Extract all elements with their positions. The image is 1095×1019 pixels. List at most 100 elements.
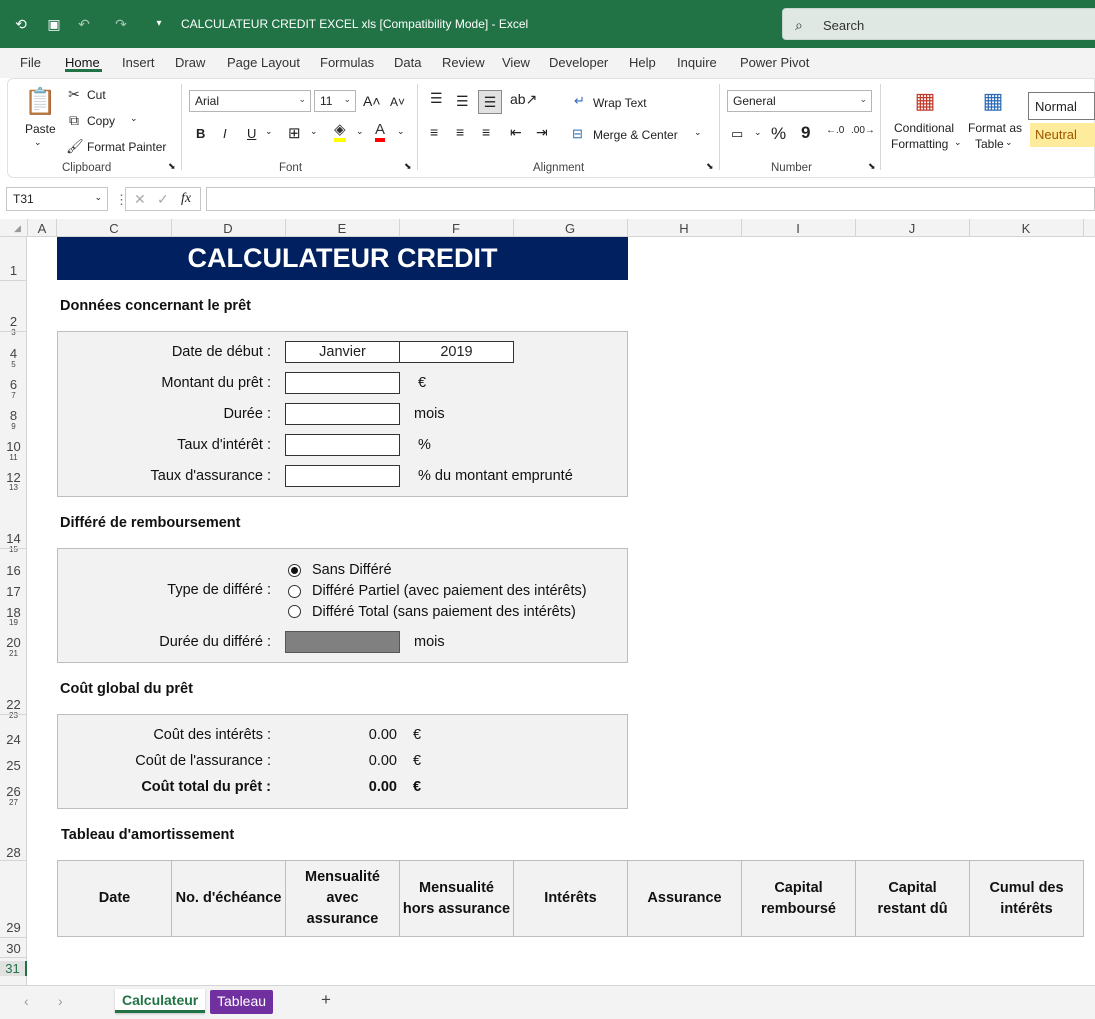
underline-dropdown-icon[interactable]: ⌄: [265, 126, 273, 137]
insert-function-button[interactable]: fx: [181, 191, 191, 207]
row-header-5[interactable]: 5: [0, 360, 27, 369]
row-header-16[interactable]: 16: [0, 563, 27, 578]
increase-decimal-icon[interactable]: ←.0: [826, 125, 844, 136]
row-header-24[interactable]: 24: [0, 732, 27, 747]
row-header-19[interactable]: 19: [0, 618, 27, 627]
save-icon[interactable]: ▣: [45, 15, 63, 33]
borders-icon[interactable]: ⊞: [288, 124, 301, 142]
row-header-17[interactable]: 17: [0, 584, 27, 599]
format-as-table-label-1[interactable]: Format as: [968, 121, 1022, 135]
row-header-30[interactable]: 30: [0, 941, 27, 956]
tab-review[interactable]: Review: [442, 55, 485, 70]
column-header-k[interactable]: K: [969, 221, 1083, 236]
row-header-20[interactable]: 20: [0, 635, 27, 650]
align-left-icon[interactable]: ≡: [430, 124, 438, 140]
fill-color-icon[interactable]: ◈: [334, 122, 346, 142]
select-all-icon[interactable]: ◢: [14, 223, 21, 234]
merge-dropdown-icon[interactable]: ⌄: [694, 127, 702, 138]
percent-style-button[interactable]: %: [771, 124, 786, 144]
comma-style-button[interactable]: 9: [801, 123, 810, 143]
borders-dropdown-icon[interactable]: ⌄: [310, 126, 318, 137]
row-header-9[interactable]: 9: [0, 422, 27, 431]
column-header-e[interactable]: E: [285, 221, 399, 236]
radio-sans-differe[interactable]: [288, 564, 301, 577]
radio-differe-total[interactable]: [288, 605, 301, 618]
row-header-2[interactable]: 2: [0, 314, 27, 329]
tab-formulas[interactable]: Formulas: [320, 55, 374, 70]
style-neutral[interactable]: Neutral: [1030, 123, 1095, 147]
radio-differe-partiel[interactable]: [288, 585, 301, 598]
row-header-10[interactable]: 10: [0, 439, 27, 454]
row-header-14[interactable]: 14: [0, 531, 27, 546]
conditional-formatting-label-1[interactable]: Conditional: [894, 121, 954, 135]
column-header-a[interactable]: A: [28, 221, 56, 236]
align-middle-icon[interactable]: ☰: [456, 93, 469, 110]
align-top-icon[interactable]: ☰: [430, 90, 443, 107]
decrease-font-icon[interactable]: A˅: [390, 95, 405, 109]
name-box[interactable]: T31 ⌄: [6, 187, 108, 211]
decrease-decimal-icon[interactable]: .00→: [851, 125, 875, 136]
tab-view[interactable]: View: [502, 55, 530, 70]
format-painter-button[interactable]: Format Painter: [87, 140, 166, 154]
amount-input[interactable]: [285, 372, 400, 394]
font-color-dropdown-icon[interactable]: ⌄: [397, 126, 405, 137]
row-header-8[interactable]: 8: [0, 408, 27, 423]
cut-button[interactable]: Cut: [87, 88, 106, 102]
option-differe-total[interactable]: Différé Total (sans paiement des intérêt…: [312, 604, 576, 620]
align-right-icon[interactable]: ≡: [482, 124, 490, 140]
row-header-22[interactable]: 22: [0, 697, 27, 712]
option-sans-differe[interactable]: Sans Différé: [312, 562, 392, 578]
customize-toolbar-icon[interactable]: ▾: [150, 15, 168, 33]
font-launcher-icon[interactable]: ⬊: [404, 161, 412, 172]
italic-button[interactable]: I: [223, 126, 227, 141]
paste-dropdown-icon[interactable]: ⌄: [34, 137, 42, 148]
enter-icon[interactable]: ✓: [157, 191, 169, 208]
bold-button[interactable]: B: [196, 126, 205, 141]
paste-icon[interactable]: 📋: [24, 86, 56, 120]
tab-developer[interactable]: Developer: [549, 55, 608, 70]
tab-home[interactable]: Home: [65, 55, 100, 70]
undo-icon[interactable]: ↶: [75, 15, 93, 33]
column-header-g[interactable]: G: [513, 221, 627, 236]
column-header-j[interactable]: J: [855, 221, 969, 236]
row-header-13[interactable]: 13: [0, 483, 27, 492]
row-header-1[interactable]: 1: [0, 263, 27, 278]
row-header-28[interactable]: 28: [0, 845, 27, 860]
align-bottom-icon[interactable]: ☰: [478, 90, 502, 114]
align-center-icon[interactable]: ≡: [456, 124, 464, 140]
row-header-23[interactable]: 23: [0, 711, 27, 720]
column-header-d[interactable]: D: [171, 221, 285, 236]
row-header-26[interactable]: 26: [0, 784, 27, 799]
tab-inquire[interactable]: Inquire: [677, 55, 717, 70]
add-sheet-button[interactable]: +: [321, 990, 331, 1010]
row-header-4[interactable]: 4: [0, 346, 27, 361]
accounting-format-icon[interactable]: ▭: [731, 126, 743, 142]
font-color-icon[interactable]: A: [375, 122, 386, 142]
orientation-icon[interactable]: ab↗: [510, 91, 537, 108]
cancel-icon[interactable]: ✕: [134, 191, 146, 208]
paste-button[interactable]: Paste: [25, 122, 56, 136]
option-differe-partiel[interactable]: Différé Partiel (avec paiement des intér…: [312, 583, 587, 599]
number-launcher-icon[interactable]: ⬊: [868, 161, 876, 172]
formula-input[interactable]: [206, 187, 1095, 211]
conditional-formatting-label-2[interactable]: Formatting: [891, 137, 948, 151]
fill-dropdown-icon[interactable]: ⌄: [356, 126, 364, 137]
clipboard-launcher-icon[interactable]: ⬊: [168, 161, 176, 172]
row-header-25[interactable]: 25: [0, 758, 27, 773]
column-header-h[interactable]: H: [627, 221, 741, 236]
autosave-icon[interactable]: ⟲: [12, 15, 30, 33]
column-header-f[interactable]: F: [399, 221, 513, 236]
start-month-cell[interactable]: Janvier: [285, 341, 400, 363]
duration-input[interactable]: [285, 403, 400, 425]
row-header-31[interactable]: 31: [0, 961, 27, 976]
sheet-tab-calculateur[interactable]: Calculateur: [115, 989, 206, 1013]
row-header-7[interactable]: 7: [0, 391, 27, 400]
row-header-3[interactable]: 3: [0, 328, 27, 337]
insurance-rate-input[interactable]: [285, 465, 400, 487]
underline-button[interactable]: U: [247, 126, 256, 141]
tab-data[interactable]: Data: [394, 55, 421, 70]
tab-insert[interactable]: Insert: [122, 55, 155, 70]
tab-help[interactable]: Help: [629, 55, 656, 70]
decrease-indent-icon[interactable]: ⇤: [510, 124, 522, 141]
font-size-select[interactable]: 11 ⌄: [314, 90, 356, 112]
